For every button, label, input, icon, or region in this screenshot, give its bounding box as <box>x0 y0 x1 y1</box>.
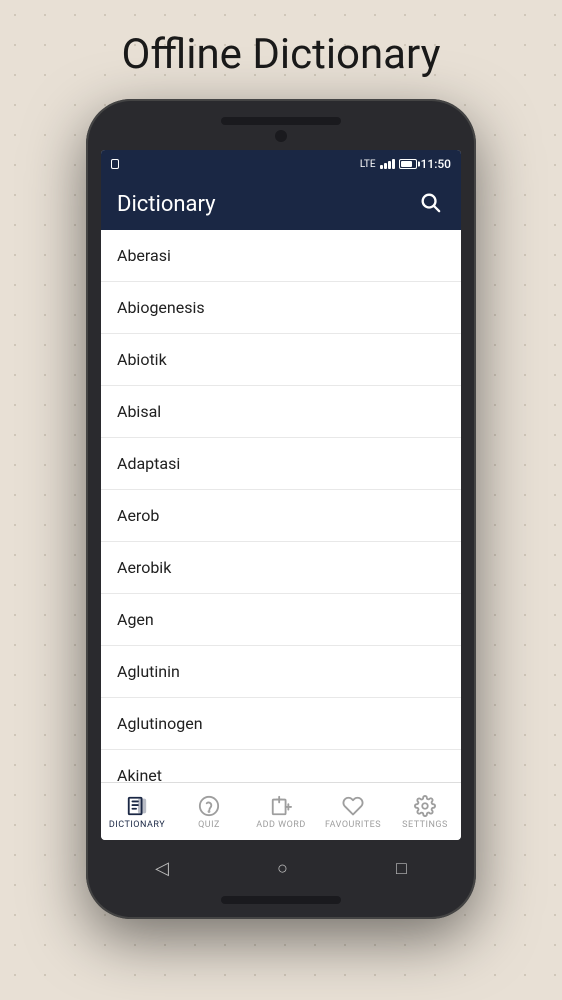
word-label: Akinet <box>117 766 162 782</box>
bottom-nav: DICTIONARY QUIZ ADD WORD FAVOURITES SETTINGS <box>101 782 461 840</box>
page-title: Offline Dictionary <box>101 0 460 99</box>
camera <box>275 130 287 142</box>
list-item[interactable]: Abiotik <box>101 334 461 386</box>
nav-label-add-word: ADD WORD <box>256 820 306 830</box>
home-button[interactable]: ○ <box>277 858 288 879</box>
app-title: Dictionary <box>117 192 216 217</box>
list-item[interactable]: Abisal <box>101 386 461 438</box>
word-label: Aglutinogen <box>117 714 203 733</box>
signal-bars <box>380 159 395 169</box>
time-display: 11:50 <box>421 157 451 171</box>
word-list: Aberasi Abiogenesis Abiotik Abisal Adaptasi A… <box>101 230 461 782</box>
word-label: Aberasi <box>117 246 171 265</box>
word-label: Abiogenesis <box>117 298 205 317</box>
back-button[interactable]: ◁ <box>155 858 169 879</box>
lock-icon <box>111 159 119 169</box>
phone-shell: LTE 11:50 Dictionary <box>86 99 476 919</box>
list-item[interactable]: Aberasi <box>101 230 461 282</box>
quiz-icon <box>197 794 221 818</box>
word-label: Adaptasi <box>117 454 180 473</box>
list-item[interactable]: Akinet <box>101 750 461 782</box>
list-item[interactable]: Aerobik <box>101 542 461 594</box>
list-item[interactable]: Abiogenesis <box>101 282 461 334</box>
nav-label-favourites: FAVOURITES <box>325 820 381 830</box>
nav-item-settings[interactable]: SETTINGS <box>389 788 461 836</box>
list-item[interactable]: Adaptasi <box>101 438 461 490</box>
nav-item-dictionary[interactable]: DICTIONARY <box>101 788 173 836</box>
nav-item-favourites[interactable]: FAVOURITES <box>317 788 389 836</box>
signal-indicator: LTE <box>360 159 376 170</box>
favourites-icon <box>341 794 365 818</box>
list-item[interactable]: Aglutinogen <box>101 698 461 750</box>
speaker-bottom <box>221 896 341 904</box>
recents-button[interactable]: □ <box>396 858 407 879</box>
word-label: Aerobik <box>117 558 171 577</box>
list-item[interactable]: Aerob <box>101 490 461 542</box>
nav-label-dictionary: DICTIONARY <box>109 820 165 830</box>
app-header: Dictionary <box>101 178 461 230</box>
nav-item-quiz[interactable]: QUIZ <box>173 788 245 836</box>
android-nav-bar: ◁ ○ □ <box>101 846 461 890</box>
word-label: Abiotik <box>117 350 167 369</box>
battery-indicator <box>399 159 417 169</box>
speaker-top <box>221 117 341 125</box>
word-label: Agen <box>117 610 154 629</box>
dictionary-icon <box>125 794 149 818</box>
settings-icon <box>413 794 437 818</box>
nav-item-add-word[interactable]: ADD WORD <box>245 788 317 836</box>
search-button[interactable] <box>415 187 445 222</box>
word-label: Abisal <box>117 402 161 421</box>
screen: LTE 11:50 Dictionary <box>101 150 461 840</box>
nav-label-quiz: QUIZ <box>198 820 220 830</box>
word-label: Aglutinin <box>117 662 180 681</box>
list-item[interactable]: Aglutinin <box>101 646 461 698</box>
word-label: Aerob <box>117 506 159 525</box>
add-word-icon <box>269 794 293 818</box>
nav-label-settings: SETTINGS <box>402 820 448 830</box>
list-item[interactable]: Agen <box>101 594 461 646</box>
status-bar: LTE 11:50 <box>101 150 461 178</box>
